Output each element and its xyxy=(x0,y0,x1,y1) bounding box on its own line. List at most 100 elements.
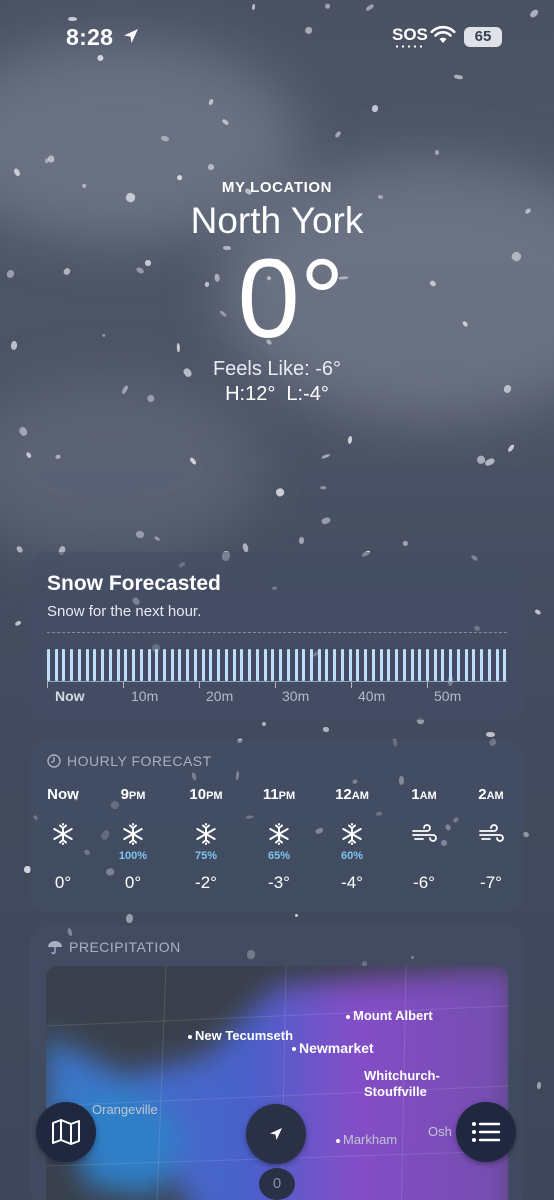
precipitation-bar xyxy=(425,649,429,681)
precipitation-bar xyxy=(503,649,507,681)
hour-label: 10PM xyxy=(189,786,223,803)
precipitation-bar xyxy=(402,649,406,681)
map-label-new-tecumseth: New Tecumseth xyxy=(188,1028,293,1043)
precipitation-bar xyxy=(449,649,453,681)
time-label-40m: 40m xyxy=(358,688,386,704)
precipitation-bar xyxy=(70,649,74,681)
snowflake-particle xyxy=(371,104,379,113)
snowflake-icon xyxy=(176,818,236,850)
hourly-item: 1AM -6° xyxy=(394,786,454,893)
map-label-whitchurch: Whitchurch-Stouffville xyxy=(364,1068,440,1099)
snowflake-icon xyxy=(103,818,163,850)
current-location-button[interactable] xyxy=(246,1104,306,1164)
current-conditions: MY LOCATION North York 0° Feels Like: -6… xyxy=(0,176,554,406)
precipitation-bar xyxy=(193,649,197,681)
precipitation-bar xyxy=(418,649,422,681)
precipitation-bar xyxy=(217,649,221,681)
precipitation-bar xyxy=(472,649,476,681)
hourly-forecast-card[interactable]: HOURLY FORECAST Now 0° 9PM 100% 0° 10PM 75% -2°… xyxy=(30,740,524,912)
snowflake-particle xyxy=(347,435,354,445)
precip-chance: 65% xyxy=(267,850,291,862)
chart-tick xyxy=(199,682,200,688)
hourly-item: Now 0° xyxy=(33,786,93,893)
precipitation-bar xyxy=(124,649,128,681)
map-label-orangeville: Orangeville xyxy=(92,1102,158,1117)
time-label-20m: 20m xyxy=(206,688,234,704)
map-icon xyxy=(52,1119,80,1145)
clock-icon xyxy=(47,754,61,768)
hour-label: 1AM xyxy=(411,786,437,803)
map-label-oshawa: Osh xyxy=(428,1124,452,1139)
hourly-list[interactable]: Now 0° 9PM 100% 0° 10PM 75% -2° 11PM 65% -3° 12AM 60… xyxy=(30,786,524,896)
precipitation-bar xyxy=(255,649,259,681)
precipitation-bar xyxy=(379,649,383,681)
snowflake-particle xyxy=(321,453,331,460)
hourly-item: 12AM 60% -4° xyxy=(322,786,382,893)
battery-indicator: 65 xyxy=(464,27,502,47)
map-label-mount-albert: Mount Albert xyxy=(346,1008,433,1023)
precipitation-bar xyxy=(62,649,66,681)
time-label-30m: 30m xyxy=(282,688,310,704)
precipitation-bar xyxy=(263,649,267,681)
snowflake-particle xyxy=(334,130,343,139)
precipitation-bar xyxy=(77,649,81,681)
location-label: MY LOCATION xyxy=(221,179,333,196)
precipitation-bar xyxy=(464,649,468,681)
snowflake-particle xyxy=(320,516,332,525)
precipitation-bar xyxy=(147,649,151,681)
precipitation-bar xyxy=(495,649,499,681)
precipitation-bar xyxy=(333,649,337,681)
hourly-item: 10PM 75% -2° xyxy=(176,786,236,893)
chart-tick xyxy=(427,682,428,688)
hour-temperature: -2° xyxy=(195,873,217,892)
chart-tick xyxy=(123,682,124,688)
hour-temperature: -3° xyxy=(268,873,290,892)
wind-icon xyxy=(394,818,454,850)
map-label-markham: Markham xyxy=(336,1132,397,1147)
precipitation-bar xyxy=(93,649,97,681)
snowflake-particle xyxy=(15,544,24,554)
snowflake-icon xyxy=(33,818,93,850)
snowflake-particle xyxy=(402,540,409,547)
precipitation-bar xyxy=(294,649,298,681)
hourly-forecast-header: HOURLY FORECAST xyxy=(47,753,212,769)
time-label-50m: 50m xyxy=(434,688,462,704)
precipitation-bar xyxy=(163,649,167,681)
precipitation-bar xyxy=(309,649,313,681)
signal-dots xyxy=(394,45,422,48)
precipitation-bar xyxy=(387,649,391,681)
snowflake-particle xyxy=(484,457,496,467)
precipitation-bar xyxy=(248,649,252,681)
hour-label: 12AM xyxy=(335,786,369,803)
precipitation-bar xyxy=(410,649,414,681)
snow-forecast-title: Snow Forecasted xyxy=(47,572,221,595)
time-label-10m: 10m xyxy=(131,688,159,704)
feels-like: Feels Like: -6° xyxy=(212,358,342,380)
time-label-now: Now xyxy=(55,688,85,704)
status-bar: 8:28 SOS 65 xyxy=(0,0,554,76)
precipitation-bar xyxy=(232,649,236,681)
precip-chance xyxy=(394,850,454,864)
locations-list-button[interactable] xyxy=(456,1102,516,1162)
precipitation-bar xyxy=(364,649,368,681)
snowflake-icon xyxy=(249,818,309,850)
precipitation-bar xyxy=(139,649,143,681)
precipitation-bar xyxy=(371,649,375,681)
snowflake-particle xyxy=(537,1081,542,1090)
precipitation-bar xyxy=(441,649,445,681)
precipitation-bar xyxy=(224,649,228,681)
precipitation-bar xyxy=(209,649,213,681)
hourly-item: 2AM -7° xyxy=(461,786,521,893)
precipitation-bar xyxy=(101,649,105,681)
chart-tick xyxy=(275,682,276,688)
precipitation-bar xyxy=(279,649,283,681)
snow-forecast-card[interactable]: Snow Forecasted Snow for the next hour. … xyxy=(30,552,524,720)
map-button[interactable] xyxy=(36,1102,96,1162)
precipitation-map[interactable]: Mount Albert New Tecumseth Newmarket Whi… xyxy=(46,966,508,1200)
precipitation-bar xyxy=(325,649,329,681)
page-indicator-badge: 0 xyxy=(259,1168,295,1200)
precip-chance: 60% xyxy=(340,850,364,862)
precipitation-bar xyxy=(170,649,174,681)
hour-label: 9PM xyxy=(120,786,146,803)
precipitation-title: PRECIPITATION xyxy=(69,939,181,955)
